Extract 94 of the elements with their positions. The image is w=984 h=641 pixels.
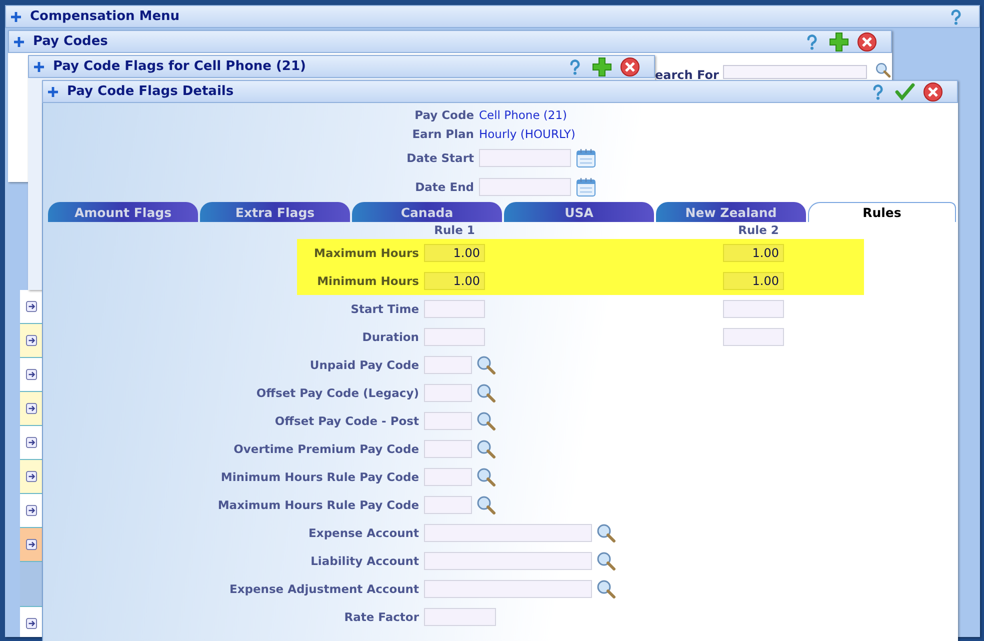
tab[interactable]: Extra Flags bbox=[200, 202, 350, 222]
input-field[interactable] bbox=[424, 384, 472, 402]
column-header: Rule 1 bbox=[433, 222, 476, 239]
expand-icon[interactable] bbox=[13, 36, 25, 48]
field-label: Liability Account bbox=[310, 554, 419, 568]
list-row[interactable] bbox=[20, 460, 42, 494]
add-icon[interactable] bbox=[829, 32, 849, 52]
search-icon[interactable] bbox=[596, 523, 616, 543]
field-value: Cell Phone (21) bbox=[478, 108, 568, 122]
field-label: Date Start bbox=[406, 150, 474, 164]
input-field[interactable] bbox=[424, 608, 496, 626]
search-label: earch For bbox=[655, 68, 719, 82]
arrow-icon bbox=[26, 539, 36, 550]
field-label: Expense Account bbox=[308, 526, 419, 540]
input-field[interactable]: 1.00 bbox=[424, 272, 485, 290]
field-label: Maximum Hours Rule Pay Code bbox=[216, 498, 419, 512]
search-icon[interactable] bbox=[476, 495, 496, 515]
tab[interactable]: Amount Flags bbox=[48, 202, 198, 222]
field-label: Expense Adjustment Account bbox=[228, 582, 419, 596]
list-row[interactable] bbox=[20, 494, 42, 528]
arrow-icon bbox=[26, 301, 36, 312]
expand-icon[interactable] bbox=[10, 10, 22, 22]
input-field[interactable]: 1.00 bbox=[723, 272, 784, 290]
arrow-icon bbox=[26, 335, 36, 346]
input-field[interactable] bbox=[424, 328, 485, 346]
arrow-icon bbox=[26, 369, 36, 380]
field-label: Minimum Hours Rule Pay Code bbox=[220, 470, 419, 484]
list-row[interactable] bbox=[20, 426, 42, 460]
field-label: Duration bbox=[361, 329, 419, 346]
input-field[interactable]: 1.00 bbox=[723, 244, 784, 262]
field-label: Pay Code bbox=[414, 108, 474, 122]
close-icon[interactable] bbox=[857, 32, 877, 52]
close-icon[interactable] bbox=[923, 82, 943, 102]
column-header: Rule 2 bbox=[737, 222, 780, 239]
window-title: Compensation Menu bbox=[30, 9, 180, 24]
list-row[interactable] bbox=[20, 324, 42, 358]
input-field[interactable]: 1.00 bbox=[424, 244, 485, 262]
field-label: Minimum Hours bbox=[297, 267, 419, 295]
search-field[interactable] bbox=[722, 65, 867, 79]
arrow-icon bbox=[26, 403, 36, 414]
window-title: Pay Code Flags for Cell Phone (21) bbox=[53, 59, 306, 74]
expand-icon[interactable] bbox=[33, 60, 45, 72]
input-field[interactable] bbox=[723, 300, 784, 318]
search-icon[interactable] bbox=[596, 579, 616, 599]
date-field[interactable] bbox=[479, 178, 571, 196]
field-value: Hourly (HOURLY) bbox=[478, 126, 576, 140]
field-label: Offset Pay Code (Legacy) bbox=[255, 386, 419, 400]
check-icon[interactable] bbox=[895, 82, 915, 102]
search-icon[interactable] bbox=[476, 383, 496, 403]
calendar-icon[interactable] bbox=[576, 148, 596, 168]
search-icon[interactable] bbox=[874, 62, 891, 78]
search-icon[interactable] bbox=[596, 551, 616, 571]
input-field[interactable] bbox=[424, 552, 592, 570]
add-icon[interactable] bbox=[592, 56, 612, 76]
input-field[interactable] bbox=[424, 496, 472, 514]
window-title: Pay Code Flags Details bbox=[67, 84, 234, 99]
tab[interactable]: USA bbox=[504, 202, 654, 222]
field-label: Date End bbox=[414, 180, 474, 194]
list-row[interactable] bbox=[20, 358, 42, 392]
tab[interactable]: New Zealand bbox=[656, 202, 806, 222]
search-icon[interactable] bbox=[476, 355, 496, 375]
search-icon[interactable] bbox=[476, 467, 496, 487]
field-label: Rate Factor bbox=[343, 610, 419, 624]
arrow-icon bbox=[26, 505, 36, 516]
list-row[interactable] bbox=[20, 392, 42, 426]
search-icon[interactable] bbox=[476, 439, 496, 459]
list-row[interactable] bbox=[20, 607, 42, 637]
field-label: Maximum Hours bbox=[297, 239, 419, 267]
input-field[interactable] bbox=[424, 580, 592, 598]
field-label: Unpaid Pay Code bbox=[308, 358, 419, 372]
list-row[interactable] bbox=[20, 528, 42, 562]
calendar-icon[interactable] bbox=[576, 176, 596, 196]
input-field[interactable] bbox=[424, 524, 592, 542]
input-field[interactable] bbox=[424, 468, 472, 486]
input-field[interactable] bbox=[424, 300, 485, 318]
arrow-icon bbox=[26, 437, 36, 448]
field-label: Overtime Premium Pay Code bbox=[232, 442, 419, 456]
close-icon[interactable] bbox=[620, 56, 640, 76]
arrow-icon bbox=[26, 471, 36, 482]
date-field[interactable] bbox=[479, 148, 571, 166]
tab[interactable]: Rules bbox=[808, 202, 956, 222]
arrow-icon bbox=[26, 618, 36, 629]
window-title: Pay Codes bbox=[33, 34, 108, 49]
input-field[interactable] bbox=[424, 440, 472, 458]
input-field[interactable] bbox=[424, 412, 472, 430]
expand-icon[interactable] bbox=[47, 86, 59, 98]
input-field[interactable] bbox=[424, 356, 472, 374]
tab[interactable]: Canada bbox=[352, 202, 502, 222]
field-label: Start Time bbox=[350, 301, 419, 318]
input-field[interactable] bbox=[723, 328, 784, 346]
field-label: Offset Pay Code - Post bbox=[274, 414, 419, 428]
list-row[interactable] bbox=[20, 290, 42, 324]
search-icon[interactable] bbox=[476, 411, 496, 431]
field-label: Earn Plan bbox=[411, 126, 474, 140]
